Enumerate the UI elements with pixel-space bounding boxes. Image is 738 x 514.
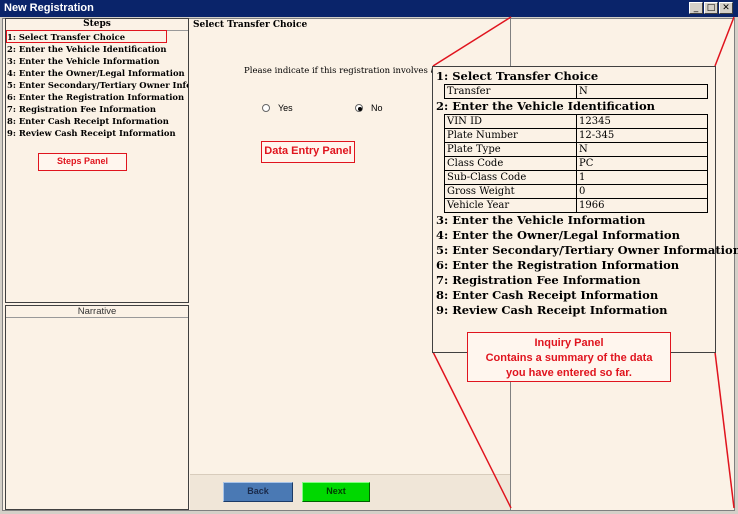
inquiry-field-label: Sub-Class Code bbox=[444, 170, 577, 185]
inquiry-field-value: 1 bbox=[576, 170, 708, 185]
inquiry-row: Sub-Class Code 1 bbox=[444, 170, 708, 185]
inquiry-section-title: 1: Select Transfer Choice bbox=[436, 69, 599, 83]
inquiry-field-value: 12345 bbox=[576, 114, 708, 129]
inquiry-callout-line2: you have entered so far. bbox=[506, 367, 632, 379]
inquiry-step-title: 6: Enter the Registration Information bbox=[436, 258, 680, 272]
inquiry-callout-line1: Contains a summary of the data bbox=[485, 352, 653, 364]
inquiry-row: Vehicle Year 1966 bbox=[444, 198, 708, 213]
inquiry-step-title: 9: Review Cash Receipt Information bbox=[436, 303, 668, 317]
inquiry-field-label: Plate Number bbox=[444, 128, 577, 143]
inquiry-step-title: 3: Enter the Vehicle Information bbox=[436, 213, 646, 227]
inquiry-field-value: 12-345 bbox=[576, 128, 708, 143]
inquiry-field-value: 0 bbox=[576, 184, 708, 199]
zoom-line-top-right bbox=[714, 16, 735, 67]
inquiry-step-title: 4: Enter the Owner/Legal Information bbox=[436, 228, 680, 242]
inquiry-row: Transfer N bbox=[444, 84, 708, 99]
inquiry-step-title: 8: Enter Cash Receipt Information bbox=[436, 288, 659, 302]
inquiry-row: Gross Weight 0 bbox=[444, 184, 708, 199]
inquiry-row: Class Code PC bbox=[444, 156, 708, 171]
inquiry-field-value: N bbox=[576, 142, 708, 157]
inquiry-field-label: Vehicle Year bbox=[444, 198, 577, 213]
inquiry-field-label: VIN ID bbox=[444, 114, 577, 129]
inquiry-callout-title: Inquiry Panel bbox=[534, 337, 604, 349]
inquiry-step-title: 5: Enter Secondary/Tertiary Owner Inform… bbox=[436, 243, 738, 257]
zoom-line-top-left bbox=[432, 16, 512, 67]
inquiry-field-label: Class Code bbox=[444, 156, 577, 171]
inquiry-step-title: 7: Registration Fee Information bbox=[436, 273, 641, 287]
inquiry-content: 1: Select Transfer Choice Transfer N 2: Ent… bbox=[436, 69, 738, 318]
inquiry-field-value: N bbox=[576, 84, 708, 99]
inquiry-table: Transfer N bbox=[444, 84, 708, 99]
inquiry-row: Plate Number 12-345 bbox=[444, 128, 708, 143]
inquiry-field-value: 1966 bbox=[576, 198, 708, 213]
inquiry-table: VIN ID 12345 Plate Number 12-345 Plate Type N… bbox=[444, 114, 708, 213]
inquiry-panel: 1: Select Transfer Choice Transfer N 2: Ent… bbox=[432, 66, 738, 353]
inquiry-section-title: 2: Enter the Vehicle Identification bbox=[436, 99, 655, 113]
inquiry-row: VIN ID 12345 bbox=[444, 114, 708, 129]
inquiry-field-value: PC bbox=[576, 156, 708, 171]
inquiry-field-label: Gross Weight bbox=[444, 184, 577, 199]
inquiry-field-label: Plate Type bbox=[444, 142, 577, 157]
inquiry-panel-callout: Inquiry Panel Contains a summary of the … bbox=[467, 332, 671, 382]
zoom-line-bottom-right bbox=[714, 351, 735, 509]
inquiry-row: Plate Type N bbox=[444, 142, 708, 157]
inquiry-field-label: Transfer bbox=[444, 84, 577, 99]
